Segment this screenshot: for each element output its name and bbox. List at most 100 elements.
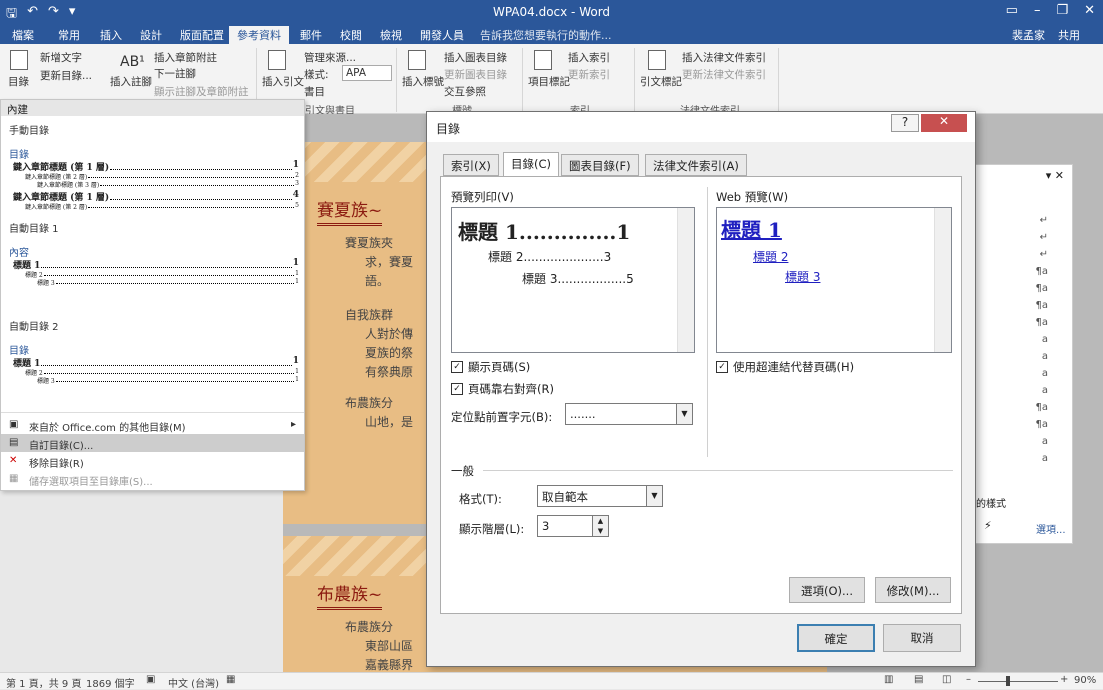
mark-entry-button[interactable]: 項目標記 — [528, 74, 570, 89]
style-mark: ¶a — [1035, 419, 1049, 430]
zoom-level[interactable]: 90% — [1074, 675, 1096, 686]
tab-file[interactable]: 檔案 — [12, 27, 34, 43]
chevron-right-icon: ▸ — [290, 419, 296, 430]
tab-view[interactable]: 檢視 — [380, 27, 402, 43]
menu-custom-toc[interactable]: ▤ 自訂目錄(C)... — [1, 434, 304, 452]
styles-pane: ▾ ✕ ↵ ↵ ↵ ¶a ¶a ¶a ¶a a a a a ¶a ¶a a a 的樣式 ⚡ 選項... — [975, 164, 1073, 544]
preview-title: 目錄 — [9, 346, 29, 357]
auto-toc-1-option[interactable]: 內容 標題 11 標題 21 標題 31 — [1, 236, 304, 296]
macro-record-icon[interactable]: ▦ — [226, 674, 235, 685]
footnote-icon: AB¹ — [120, 54, 145, 70]
insert-tof-button[interactable]: 插入圖表目錄 — [444, 50, 507, 65]
web-layout-icon[interactable]: ◫ — [942, 674, 951, 685]
tell-me-box[interactable]: 告訴我您想要執行的動作... — [480, 27, 612, 43]
insert-endnote-button[interactable]: 插入章節附註 — [154, 50, 217, 65]
tab-developer[interactable]: 開發人員 — [420, 27, 464, 43]
print-layout-icon[interactable]: ▤ — [914, 674, 923, 685]
options-link[interactable]: 選項... — [1036, 521, 1066, 536]
tab-home[interactable]: 常用 — [58, 27, 80, 43]
restore-icon[interactable]: ❐ — [1056, 3, 1068, 18]
manual-toc-option[interactable]: 目錄 鍵入章節標題 (第 1 層) 1 鍵入章節標題 (第 2 層) 2 鍵入章節標… — [1, 136, 304, 218]
insert-index-button[interactable]: 插入索引 — [568, 50, 610, 65]
insert-citation-button[interactable]: 插入引文 — [262, 74, 304, 89]
next-footnote-button[interactable]: 下一註腳 — [154, 66, 196, 81]
scrollbar[interactable] — [677, 208, 694, 352]
add-text-button[interactable]: 新增文字 — [40, 50, 82, 65]
formats-select[interactable]: 取自範本 ▼ — [537, 485, 663, 507]
tab-table-of-figures[interactable]: 圖表目錄(F) — [561, 154, 639, 176]
style-mark: a — [1041, 351, 1048, 362]
show-notes-button[interactable]: 顯示註腳及章節附註 — [154, 84, 249, 99]
menu-save-selection[interactable]: ▦ 儲存選取項目至目錄庫(S)... — [1, 470, 304, 488]
word-count[interactable]: 1869 個字 — [86, 675, 135, 690]
tab-toc[interactable]: 目錄(C) — [503, 152, 560, 177]
proofing-icon[interactable]: ▣ — [146, 674, 155, 685]
web-preview-box[interactable]: 標題 1 標題 2 標題 3 — [716, 207, 952, 353]
tab-leader-select[interactable]: ....... ▼ — [565, 403, 693, 425]
mark-citation-button[interactable]: 引文標記 — [640, 74, 682, 89]
scrollbar[interactable] — [934, 208, 951, 352]
cancel-button[interactable]: 取消 — [883, 624, 961, 652]
auto-toc-2-option[interactable]: 目錄 標題 11 標題 21 標題 31 — [1, 332, 304, 392]
insert-toa-button[interactable]: 插入法律文件索引 — [682, 50, 766, 65]
levels-spinner[interactable]: 3 ▲ ▼ — [537, 515, 609, 537]
menu-more-tocs[interactable]: ▣ 來自於 Office.com 的其他目錄(M) ▸ — [1, 416, 304, 434]
text-line: 求，賽夏 — [365, 255, 414, 269]
style-select[interactable]: APA — [342, 65, 392, 81]
cross-reference-button[interactable]: 交互參照 — [444, 84, 486, 99]
separator — [396, 48, 397, 112]
title-bar: 🖫 ↶ ↷ ▾ WPA04.docx - Word ▭ – ❐ ✕ — [0, 0, 1103, 24]
tab-references[interactable]: 參考資料 — [229, 26, 289, 44]
manage-sources-button[interactable]: 管理來源... — [304, 50, 356, 65]
tab-table-of-authorities[interactable]: 法律文件索引(A) — [645, 154, 747, 176]
preview-line: 標題 3 — [37, 378, 55, 385]
pane-options-icon[interactable]: ▾ ✕ — [1046, 169, 1064, 182]
options-button[interactable]: 選項(O)... — [789, 577, 865, 603]
insert-caption-button[interactable]: 插入標號 — [402, 74, 444, 89]
tab-layout[interactable]: 版面配置 — [180, 27, 224, 43]
tab-design[interactable]: 設計 — [140, 27, 162, 43]
toc-icon — [10, 50, 28, 70]
language[interactable]: 中文 (台灣) — [168, 675, 219, 690]
use-hyperlinks-checkbox[interactable]: ✓ 使用超連結代替頁碼(H) — [716, 359, 854, 375]
style-inspector-icon[interactable]: ⚡ — [984, 519, 992, 532]
share-button[interactable]: 共用 — [1058, 27, 1080, 43]
close-button[interactable]: ✕ — [921, 114, 967, 132]
tab-review[interactable]: 校閱 — [340, 27, 362, 43]
bibliography-button[interactable]: 書目 — [304, 84, 325, 99]
tab-insert[interactable]: 插入 — [100, 27, 122, 43]
modify-button[interactable]: 修改(M)... — [875, 577, 951, 603]
status-bar: 第 1 頁，共 9 頁 1869 個字 ▣ 中文 (台灣) ▦ ▥ ▤ ◫ – … — [0, 672, 1103, 690]
tab-index[interactable]: 索引(X) — [443, 154, 499, 176]
insert-footnote-button[interactable]: 插入註腳 — [110, 74, 152, 89]
zoom-slider-thumb[interactable] — [1006, 676, 1010, 686]
spinner-arrows-icon[interactable]: ▲ ▼ — [592, 516, 608, 536]
preview-page: 1 — [616, 220, 631, 244]
ok-button[interactable]: 確定 — [797, 624, 875, 652]
show-page-numbers-checkbox[interactable]: ✓ 顯示頁碼(S) — [451, 359, 530, 375]
update-tof-button[interactable]: 更新圖表目錄 — [444, 67, 507, 82]
zoom-slider[interactable] — [978, 681, 1058, 682]
web-heading-1: 標題 1 — [721, 218, 782, 242]
text-line: 有祭典原 — [365, 365, 414, 379]
ribbon-display-icon[interactable]: ▭ — [1006, 3, 1018, 18]
right-align-checkbox[interactable]: ✓ 頁碼靠右對齊(R) — [451, 381, 554, 397]
print-preview-box[interactable]: 標題 1..............1 標題 2................… — [451, 207, 695, 353]
help-button[interactable]: ? — [891, 114, 919, 132]
toc-button[interactable]: 目錄 — [8, 74, 29, 89]
menu-label: 來自於 Office.com 的其他目錄(M) — [29, 423, 186, 434]
zoom-in-icon[interactable]: + — [1060, 674, 1068, 685]
update-toa-button[interactable]: 更新法律文件索引 — [682, 67, 766, 82]
zoom-out-icon[interactable]: – — [966, 674, 971, 685]
read-mode-icon[interactable]: ▥ — [884, 674, 893, 685]
divider — [707, 187, 708, 457]
update-index-button[interactable]: 更新索引 — [568, 67, 610, 82]
close-icon[interactable]: ✕ — [1084, 3, 1095, 18]
menu-label: 移除目錄(R) — [29, 459, 84, 470]
update-table-button[interactable]: 更新目錄... — [40, 68, 92, 83]
minimize-icon[interactable]: – — [1034, 3, 1041, 18]
menu-remove-toc[interactable]: ✕ 移除目錄(R) — [1, 452, 304, 470]
toc-tab-panel: 預覽列印(V) 標題 1..............1 標題 2........… — [440, 176, 962, 614]
tab-mailings[interactable]: 郵件 — [300, 27, 322, 43]
page-count[interactable]: 第 1 頁，共 9 頁 — [6, 675, 81, 690]
